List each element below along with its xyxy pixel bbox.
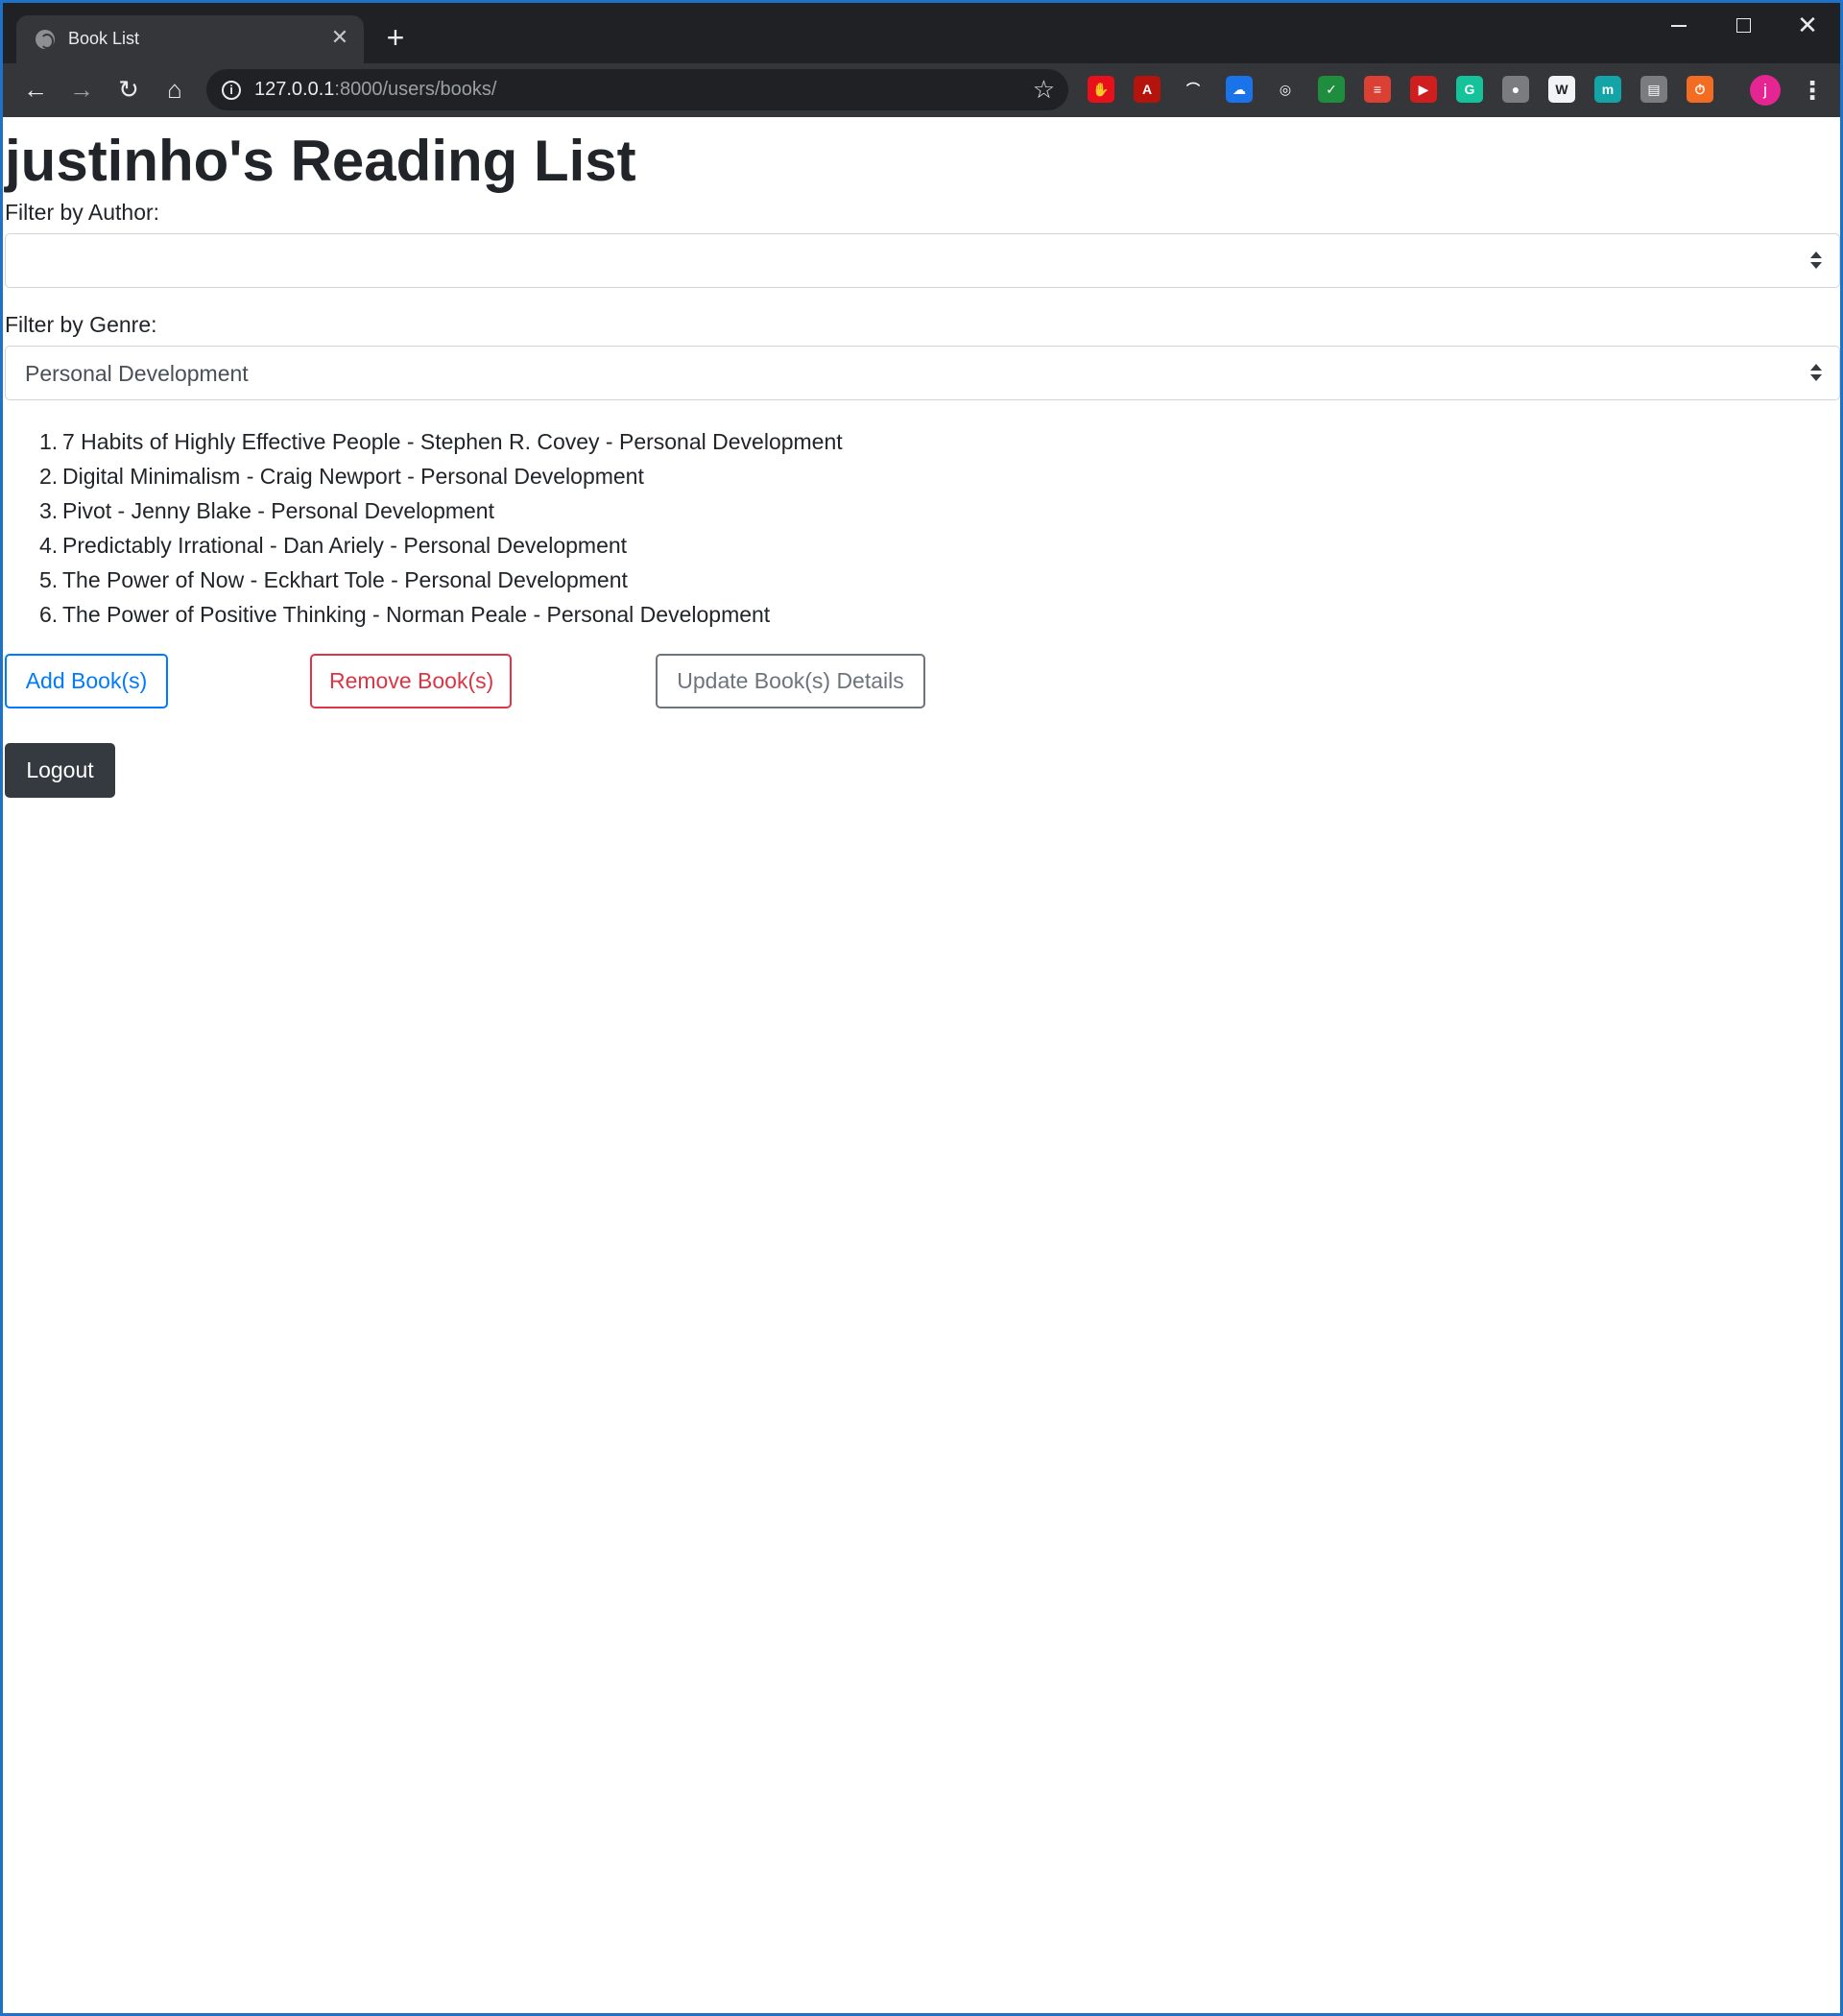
list-item-text: 7 Habits of Highly Effective People - St…: [62, 429, 843, 454]
list-item: 5. The Power of Now - Eckhart Tole - Pers…: [39, 563, 843, 597]
select-arrows-icon: [1810, 360, 1822, 385]
tab-title: Book List: [68, 29, 140, 48]
maximize-icon: [1736, 18, 1751, 33]
camera-extension-icon[interactable]: ●: [1502, 76, 1529, 103]
rainbow-extension-icon[interactable]: ⌒: [1180, 76, 1207, 103]
book-list: 1. 7 Habits of Highly Effective People - …: [39, 424, 843, 632]
home-button[interactable]: ⌂: [157, 72, 192, 107]
update-books-button[interactable]: Update Book(s) Details: [656, 654, 925, 708]
browser-toolbar: ← → ↻ ⌂ i 127.0.0.1:8000/users/books/ ☆ …: [3, 63, 1840, 117]
minimize-button[interactable]: [1650, 11, 1708, 41]
minimize-icon: [1671, 25, 1687, 27]
site-info-icon[interactable]: i: [222, 81, 241, 100]
back-button[interactable]: ←: [18, 72, 53, 107]
title-bar: Book List ✕ + ✕: [3, 3, 1840, 63]
url-text[interactable]: 127.0.0.1:8000/users/books/: [254, 79, 496, 101]
author-filter-label: Filter by Author:: [5, 200, 160, 225]
grammarly-extension-icon[interactable]: G: [1456, 76, 1483, 103]
close-tab-icon[interactable]: ✕: [327, 25, 352, 50]
profile-avatar[interactable]: j: [1750, 75, 1781, 106]
teal-m-extension-icon[interactable]: m: [1594, 76, 1621, 103]
address-bar[interactable]: i 127.0.0.1:8000/users/books/ ☆: [206, 69, 1068, 110]
headphones-extension-icon[interactable]: ◎: [1272, 76, 1299, 103]
stop-hand-extension-icon[interactable]: ✋: [1088, 76, 1114, 103]
close-icon: ✕: [1797, 11, 1818, 39]
list-item-text: The Power of Now - Eckhart Tole - Person…: [62, 567, 628, 592]
list-item: 4. Predictably Irrational - Dan Ariely - …: [39, 528, 843, 563]
gray-chart-extension-icon[interactable]: ▤: [1640, 76, 1667, 103]
new-tab-button[interactable]: +: [379, 22, 412, 55]
genre-filter-select[interactable]: Personal Development: [5, 346, 1840, 400]
reload-button[interactable]: ↻: [111, 72, 146, 107]
forward-button[interactable]: →: [64, 72, 99, 107]
url-host: 127.0.0.1: [254, 79, 335, 100]
url-path: :8000/users/books/: [334, 79, 497, 100]
list-item-text: Predictably Irrational - Dan Ariely - Pe…: [62, 533, 628, 558]
list-item-number: 3.: [39, 498, 59, 523]
todoist-extension-icon[interactable]: ≡: [1364, 76, 1391, 103]
orange-timer-extension-icon[interactable]: ⏱: [1687, 76, 1713, 103]
browser-tab[interactable]: Book List ✕: [16, 15, 364, 63]
remove-books-button[interactable]: Remove Book(s): [310, 654, 512, 708]
genre-filter-label: Filter by Genre:: [5, 312, 157, 337]
list-item-number: 5.: [39, 567, 59, 592]
select-arrows-icon: [1810, 248, 1822, 273]
maximize-button[interactable]: [1714, 11, 1772, 41]
wikipedia-extension-icon[interactable]: W: [1548, 76, 1575, 103]
browser-menu-icon[interactable]: ⋮: [1800, 75, 1825, 106]
list-item-text: Digital Minimalism - Craig Newport - Per…: [62, 464, 644, 489]
add-books-button[interactable]: Add Book(s): [5, 654, 168, 708]
list-item: 1. 7 Habits of Highly Effective People - …: [39, 424, 843, 459]
list-item-text: The Power of Positive Thinking - Norman …: [62, 602, 771, 627]
list-item-text: Pivot - Jenny Blake - Personal Developme…: [62, 498, 494, 523]
list-item-number: 4.: [39, 533, 59, 558]
list-item-number: 6.: [39, 602, 59, 627]
checkmark-extension-icon[interactable]: ✓: [1318, 76, 1345, 103]
close-window-button[interactable]: ✕: [1779, 11, 1836, 41]
browser-window: Book List ✕ + ✕ ← → ↻ ⌂ i 127.0.0.1:8000…: [0, 0, 1843, 2016]
page-title: justinho's Reading List: [5, 129, 636, 193]
genre-filter-value: Personal Development: [25, 361, 249, 386]
red-play-extension-icon[interactable]: ▶: [1410, 76, 1437, 103]
author-filter-select[interactable]: [5, 233, 1840, 288]
list-item-number: 1.: [39, 429, 59, 454]
list-item: 3. Pivot - Jenny Blake - Personal Develop…: [39, 493, 843, 528]
bookmark-star-icon[interactable]: ☆: [1033, 75, 1055, 104]
list-item-number: 2.: [39, 464, 59, 489]
list-item: 2. Digital Minimalism - Craig Newport - P…: [39, 459, 843, 493]
cloud-extension-icon[interactable]: ☁: [1226, 76, 1253, 103]
list-item: 6. The Power of Positive Thinking - Norma…: [39, 597, 843, 632]
acrobat-extension-icon[interactable]: A: [1134, 76, 1161, 103]
logout-button[interactable]: Logout: [5, 743, 115, 798]
globe-icon: [36, 30, 55, 49]
